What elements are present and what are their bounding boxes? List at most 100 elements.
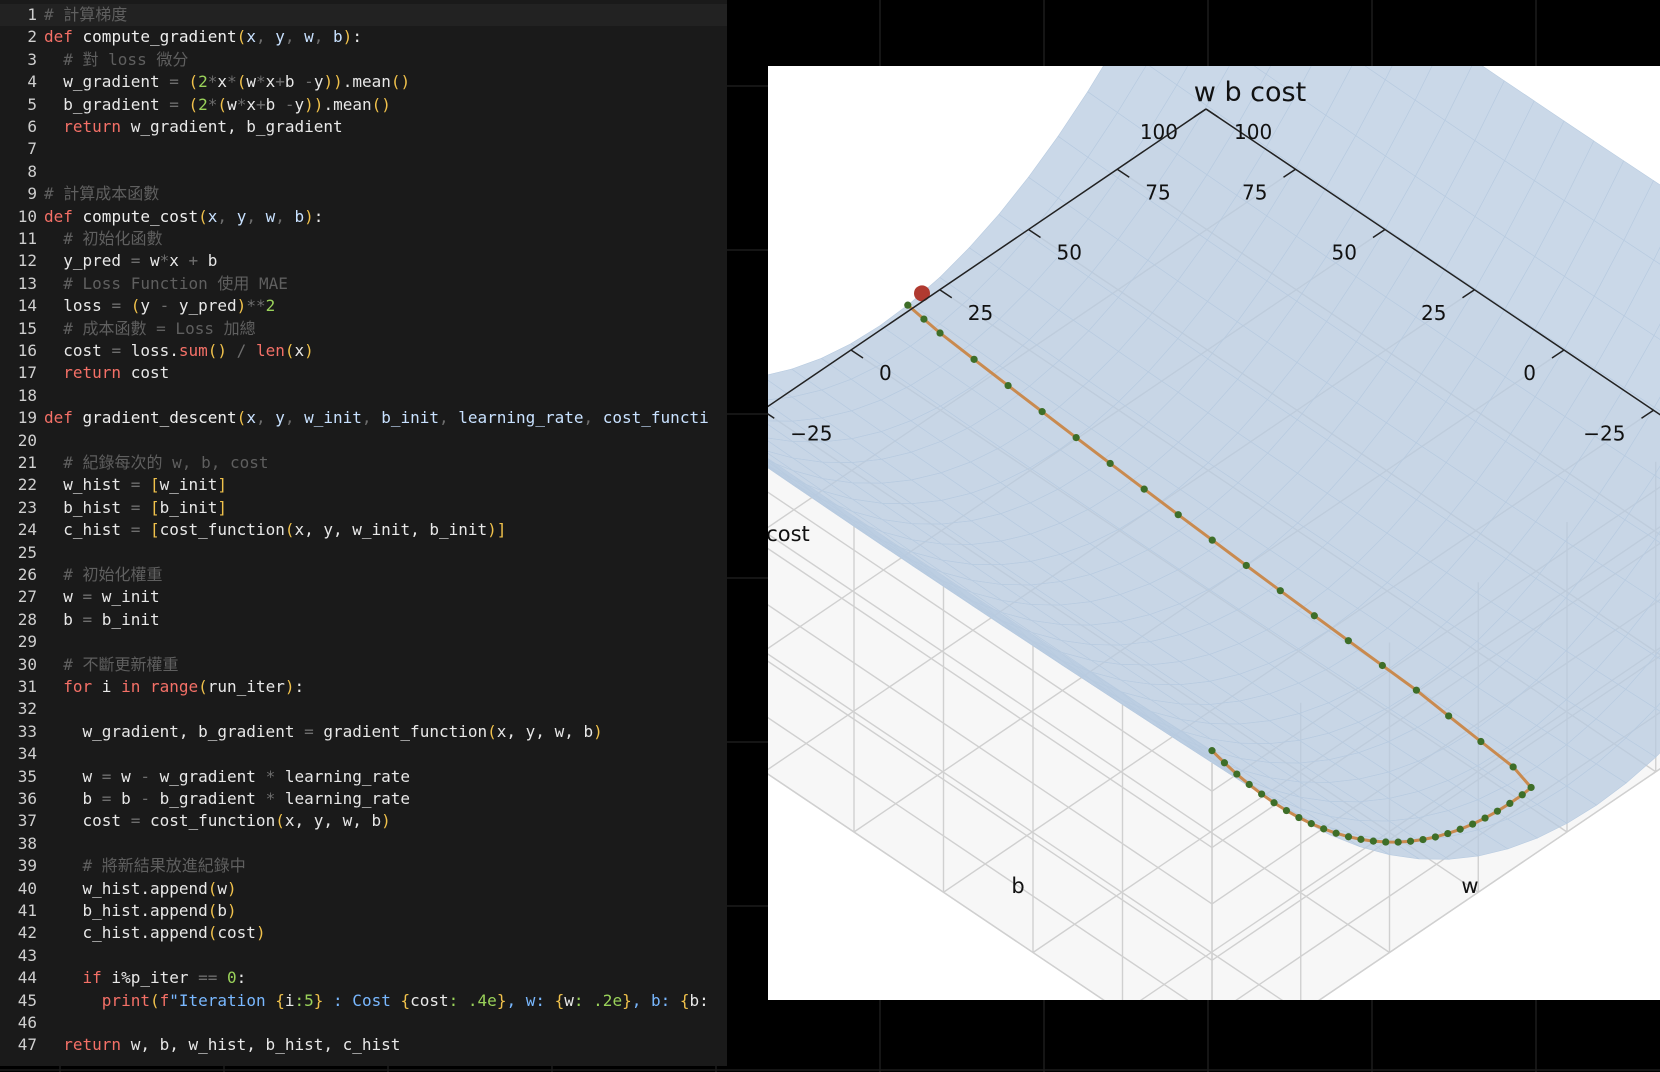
code-text: # 初始化權重: [44, 564, 162, 586]
code-line[interactable]: 29: [0, 631, 727, 653]
code-line[interactable]: 5 b_gradient = (2*(w*x+b -y)).mean(): [0, 94, 727, 116]
code-line[interactable]: 22 w_hist = [w_init]: [0, 474, 727, 496]
line-number: 1: [27, 5, 37, 24]
code-token: -: [140, 766, 160, 786]
code-line[interactable]: 16 cost = loss.sum() / len(x): [0, 340, 727, 362]
line-number: 13: [17, 273, 37, 293]
code-token: =: [130, 475, 150, 495]
code-line[interactable]: 45 print(f"Iteration {i:5} : Cost {cost:…: [0, 990, 727, 1012]
code-line[interactable]: 44 if i%p_iter == 0:: [0, 967, 727, 989]
code-line[interactable]: 4 w_gradient = (2*x*(w*x+b -y)).mean(): [0, 71, 727, 93]
code-token: )): [304, 94, 324, 114]
code-line[interactable]: 8: [0, 161, 727, 183]
code-token: b: [44, 609, 83, 629]
code-token: [: [149, 497, 160, 517]
code-line[interactable]: 3 # 對 loss 微分: [0, 49, 727, 71]
code-line[interactable]: 20: [0, 430, 727, 452]
descent-path-point: [1477, 737, 1485, 746]
code-line[interactable]: 34: [0, 743, 727, 765]
code-token: b: [121, 789, 141, 808]
code-line[interactable]: 42 c_hist.append(cost): [0, 922, 727, 944]
code-line[interactable]: 37 cost = cost_function(x, y, w, b): [0, 810, 727, 832]
code-line[interactable]: 35 w = w - w_gradient * learning_rate: [0, 766, 727, 788]
code-token: *: [207, 72, 218, 92]
code-line[interactable]: 11 # 初始化函數: [0, 228, 727, 250]
code-token: 2: [265, 296, 276, 316]
line-number: 20: [17, 430, 37, 450]
code-token: x: [246, 408, 256, 428]
code-line[interactable]: 39 # 將新結果放進紀錄中: [0, 855, 727, 877]
code-line[interactable]: 6 return w_gradient, b_gradient: [0, 116, 727, 138]
descent-path-point: [1245, 780, 1253, 789]
code-token: # 不斷更新權重: [44, 654, 179, 674]
code-token: 0: [227, 968, 237, 988]
code-token: b: [217, 901, 228, 920]
code-token: cost: [121, 363, 170, 383]
descent-path-point: [1493, 807, 1502, 815]
code-token: y: [140, 296, 160, 316]
code-token: w: [246, 72, 256, 92]
code-line[interactable]: 21 # 紀錄每次的 w, b, cost: [0, 452, 727, 474]
code-token: }: [496, 990, 507, 1010]
code-line[interactable]: 33 w_gradient, b_gradient = gradient_fun…: [0, 721, 727, 743]
code-line[interactable]: 13 # Loss Function 使用 MAE: [0, 273, 727, 295]
code-token: .mean: [342, 72, 391, 92]
descent-path-point: [1369, 837, 1377, 845]
code-line[interactable]: 10 def compute_cost(x, y, w, b):: [0, 206, 727, 228]
line-number: 21: [17, 453, 37, 472]
code-text: def compute_cost(x, y, w, b):: [44, 206, 323, 228]
descent-path-point: [1004, 381, 1012, 390]
code-line[interactable]: 23 b_hist = [b_init]: [0, 497, 727, 519]
code-line[interactable]: 26 # 初始化權重: [0, 564, 727, 586]
line-number: 2: [27, 27, 37, 47]
code-line[interactable]: 32: [0, 698, 727, 720]
code-token: (: [188, 72, 199, 92]
code-line[interactable]: 2 def compute_gradient(x, y, w, b):: [0, 26, 727, 48]
descent-path-point: [1072, 433, 1080, 442]
code-token: (: [207, 923, 218, 943]
code-line[interactable]: 17 return cost: [0, 362, 727, 384]
code-line[interactable]: 18: [0, 385, 727, 407]
code-line[interactable]: 41 b_hist.append(b): [0, 900, 727, 922]
code-line[interactable]: 1 # 計算梯度: [0, 4, 727, 27]
code-text: print(f"Iteration {i:5} : Cost {cost: .4…: [44, 990, 709, 1012]
code-line[interactable]: 19 def gradient_descent(x, y, w_init, b_i…: [0, 407, 727, 429]
code-token: b_hist.append: [44, 901, 208, 920]
code-token: i: [284, 990, 295, 1010]
code-token: x, y, w, b: [496, 721, 594, 741]
code-line[interactable]: 7: [0, 138, 727, 160]
code-line[interactable]: 12 y_pred = w*x + b: [0, 250, 727, 272]
code-text: return cost: [44, 362, 169, 384]
code-line[interactable]: 14 loss = (y - y_pred)**2: [0, 295, 727, 317]
code-line[interactable]: 24 c_hist = [cost_function(x, y, w_init,…: [0, 519, 727, 541]
code-editor[interactable]: 1 # 計算梯度 2 def compute_gradient(x, y, w, b)…: [0, 0, 727, 1066]
line-number: 42: [17, 923, 37, 943]
code-line[interactable]: 47 return w, b, w_hist, b_hist, c_hist: [0, 1034, 727, 1056]
code-token: (): [207, 341, 228, 360]
code-line[interactable]: 36 b = b - b_gradient * learning_rate: [0, 788, 727, 810]
code-line[interactable]: 30 # 不斷更新權重: [0, 654, 727, 676]
code-line[interactable]: 28 b = b_init: [0, 609, 727, 631]
code-line[interactable]: 27 w = w_init: [0, 586, 727, 608]
code-line[interactable]: 25: [0, 542, 727, 564]
code-line[interactable]: 15 # 成本函數 = Loss 加總: [0, 318, 727, 340]
code-line[interactable]: 46: [0, 1012, 727, 1034]
code-line[interactable]: 43: [0, 945, 727, 967]
code-token: return: [44, 117, 122, 136]
code-token: =: [101, 766, 122, 786]
code-line[interactable]: 38: [0, 833, 727, 855]
code-token: cost: [410, 990, 449, 1010]
code-token: w: [265, 206, 276, 226]
line-number: 25: [17, 542, 37, 562]
line-number: 26: [17, 565, 37, 584]
code-line[interactable]: 9 # 計算成本函數: [0, 183, 727, 205]
code-token: "Iteration: [169, 990, 276, 1010]
code-text: b = b_init: [44, 609, 159, 631]
code-token: +: [255, 94, 266, 114]
w-tick-label: 100: [1234, 120, 1272, 144]
code-token: {: [679, 990, 690, 1010]
code-line[interactable]: 31 for i in range(run_iter):: [0, 676, 727, 698]
code-line[interactable]: 40 w_hist.append(w): [0, 878, 727, 900]
code-token: def: [44, 408, 73, 428]
descent-path-point: [1220, 759, 1229, 767]
